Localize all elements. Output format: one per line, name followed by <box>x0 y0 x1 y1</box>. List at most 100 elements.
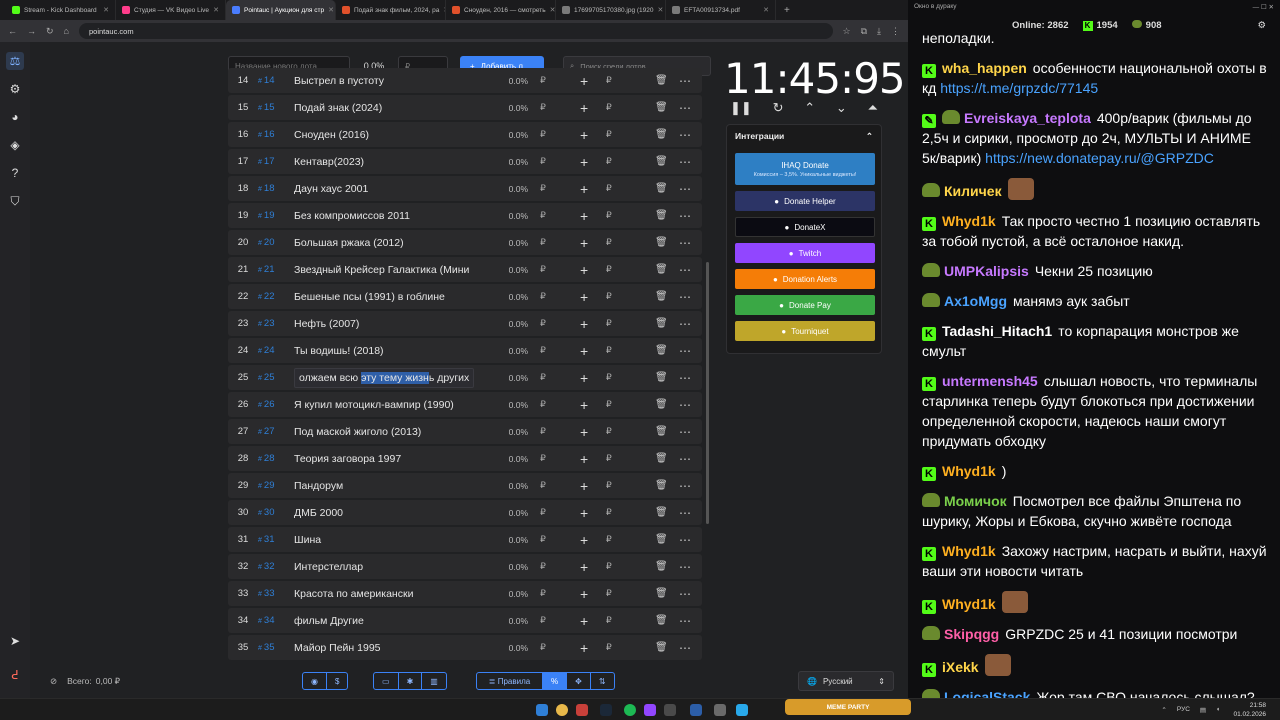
chat-username[interactable]: Киличек <box>944 183 1002 199</box>
app-icon-1[interactable] <box>576 704 588 716</box>
lot-name[interactable]: Теория заговора 1997 <box>294 453 474 465</box>
add-amount-icon[interactable]: + <box>580 613 588 629</box>
lot-name[interactable]: Кентавр(2023) <box>294 156 474 168</box>
lot-add-amount[interactable]: ₽ <box>606 372 612 383</box>
delete-lot-icon[interactable]: 🗑 <box>655 264 668 275</box>
donate-icon[interactable]: $ <box>327 673 347 689</box>
integration-button[interactable]: ● DonateX <box>735 217 875 237</box>
lot-name[interactable]: Выстрел в пустоту <box>294 75 474 87</box>
delete-lot-icon[interactable]: 🗑 <box>655 534 668 545</box>
lot-add-amount[interactable]: ₽ <box>606 588 612 599</box>
lot-add-amount[interactable]: ₽ <box>606 453 612 464</box>
lot-add-amount[interactable]: ₽ <box>606 210 612 221</box>
add-amount-icon[interactable]: + <box>580 208 588 224</box>
chat-username[interactable]: Skipqgg <box>944 626 999 642</box>
browser-tab[interactable]: Сноуден, 2016 — смотреть ✕ <box>446 0 556 20</box>
lot-menu-icon[interactable]: ⋯ <box>679 614 691 628</box>
lot-menu-icon[interactable]: ⋯ <box>679 101 691 115</box>
fullscreen-icon[interactable]: ✥ <box>567 673 591 689</box>
lot-add-amount[interactable]: ₽ <box>606 615 612 626</box>
lot-amount[interactable]: ₽ <box>528 318 558 329</box>
help-nav-icon[interactable]: ? <box>6 164 24 182</box>
percent-toggle[interactable]: % <box>543 673 568 689</box>
lot-menu-icon[interactable]: ⋯ <box>679 209 691 223</box>
lot-name[interactable]: Интерстеллар <box>294 561 474 573</box>
delete-lot-icon[interactable]: 🗑 <box>655 129 668 140</box>
lot-name[interactable]: Ты водишь! (2018) <box>294 345 474 357</box>
delete-lot-icon[interactable]: 🗑 <box>655 75 668 86</box>
lot-menu-icon[interactable]: ⋯ <box>679 155 691 169</box>
delete-lot-icon[interactable]: 🗑 <box>655 102 668 113</box>
lot-amount[interactable]: ₽ <box>528 399 558 410</box>
reset-icon[interactable]: ↻ <box>773 100 784 116</box>
double-up-icon[interactable]: ⏶ <box>868 100 878 116</box>
lot-amount[interactable]: ₽ <box>528 345 558 356</box>
lot-add-amount[interactable]: ₽ <box>606 129 612 140</box>
forward-icon[interactable]: → <box>27 26 36 36</box>
rules-button[interactable]: ≣ Правила <box>477 673 543 689</box>
lot-menu-icon[interactable]: ⋯ <box>679 128 691 142</box>
lot-amount[interactable]: ₽ <box>528 129 558 140</box>
lot-add-amount[interactable]: ₽ <box>606 156 612 167</box>
chrome-icon[interactable] <box>556 704 568 716</box>
lot-menu-icon[interactable]: ⋯ <box>679 344 691 358</box>
lot-amount[interactable]: ₽ <box>528 237 558 248</box>
chat-username[interactable]: iXekk <box>942 659 979 675</box>
auction-nav-icon[interactable]: ⚖ <box>6 52 24 70</box>
menu-dots-icon[interactable]: ⋮ <box>891 26 900 37</box>
lot-amount[interactable]: ₽ <box>528 507 558 518</box>
lot-add-amount[interactable]: ₽ <box>606 642 612 653</box>
browser-tab[interactable]: Stream - Kick Dashboard ✕ <box>6 0 116 20</box>
lot-name[interactable]: Под маской жиголо (2013) <box>294 426 474 438</box>
delete-lot-icon[interactable]: 🗑 <box>655 399 668 410</box>
pause-icon[interactable]: ❚❚ <box>730 100 752 116</box>
delete-lot-icon[interactable]: 🗑 <box>655 156 668 167</box>
lot-add-amount[interactable]: ₽ <box>606 318 612 329</box>
lot-name[interactable]: Подай знак (2024) <box>294 102 474 114</box>
sort-icon[interactable]: ⇅ <box>591 673 614 689</box>
lot-menu-icon[interactable]: ⋯ <box>679 236 691 250</box>
telegram-icon[interactable]: ➤ <box>6 632 24 650</box>
lot-name[interactable]: Пандорум <box>294 480 474 492</box>
lot-amount[interactable]: ₽ <box>528 642 558 653</box>
chat-username[interactable]: wha_happen <box>942 60 1027 76</box>
add-amount-icon[interactable]: + <box>580 289 588 305</box>
chat-username[interactable]: Whyd1k <box>942 213 996 229</box>
add-amount-icon[interactable]: + <box>580 586 588 602</box>
lot-menu-icon[interactable]: ⋯ <box>679 479 691 493</box>
eye-off-icon[interactable]: ⊘ <box>50 676 57 687</box>
lot-add-amount[interactable]: ₽ <box>606 561 612 572</box>
lot-name[interactable]: Майор Пейн 1995 <box>294 642 474 654</box>
lot-add-amount[interactable]: ₽ <box>606 426 612 437</box>
chat-username[interactable]: LogicalStack <box>944 689 1030 698</box>
add-amount-icon[interactable]: + <box>580 316 588 332</box>
reload-icon[interactable]: ↻ <box>46 26 54 37</box>
add-amount-icon[interactable]: + <box>580 100 588 116</box>
start-icon[interactable] <box>536 704 548 716</box>
lot-name[interactable]: Сноуден (2016) <box>294 129 474 141</box>
app-icon-2[interactable] <box>644 704 656 716</box>
add-amount-icon[interactable]: + <box>580 478 588 494</box>
browser-tab[interactable]: Подай знак фильм, 2024, ра✕ <box>336 0 446 20</box>
tab-close-icon[interactable]: ✕ <box>550 6 555 14</box>
delete-lot-icon[interactable]: 🗑 <box>655 183 668 194</box>
lot-name[interactable]: Я купил мотоцикл-вампир (1990) <box>294 399 474 411</box>
chat-link[interactable]: https://t.me/grpzdc/77145 <box>940 80 1098 96</box>
lot-add-amount[interactable]: ₽ <box>606 75 612 86</box>
delete-lot-icon[interactable]: 🗑 <box>655 237 668 248</box>
integrations-header[interactable]: Интеграции ⌃ <box>727 125 881 147</box>
telegram-taskbar-icon[interactable] <box>736 704 748 716</box>
lot-name[interactable]: ДМБ 2000 <box>294 507 474 519</box>
input-lang[interactable]: РУС <box>1177 706 1190 714</box>
lot-amount[interactable]: ₽ <box>528 372 558 383</box>
add-amount-icon[interactable]: + <box>580 424 588 440</box>
wheel-nav-icon[interactable]: ◕ <box>6 108 24 126</box>
lot-name[interactable]: Большая ржака (2012) <box>294 237 474 249</box>
lot-name[interactable]: Нефть (2007) <box>294 318 474 330</box>
bug-icon[interactable]: ✱ <box>399 673 423 689</box>
steam-icon[interactable] <box>600 704 612 716</box>
lot-amount[interactable]: ₽ <box>528 588 558 599</box>
lot-add-amount[interactable]: ₽ <box>606 291 612 302</box>
add-amount-icon[interactable]: + <box>580 559 588 575</box>
url-field[interactable]: pointauc.com <box>78 23 833 39</box>
